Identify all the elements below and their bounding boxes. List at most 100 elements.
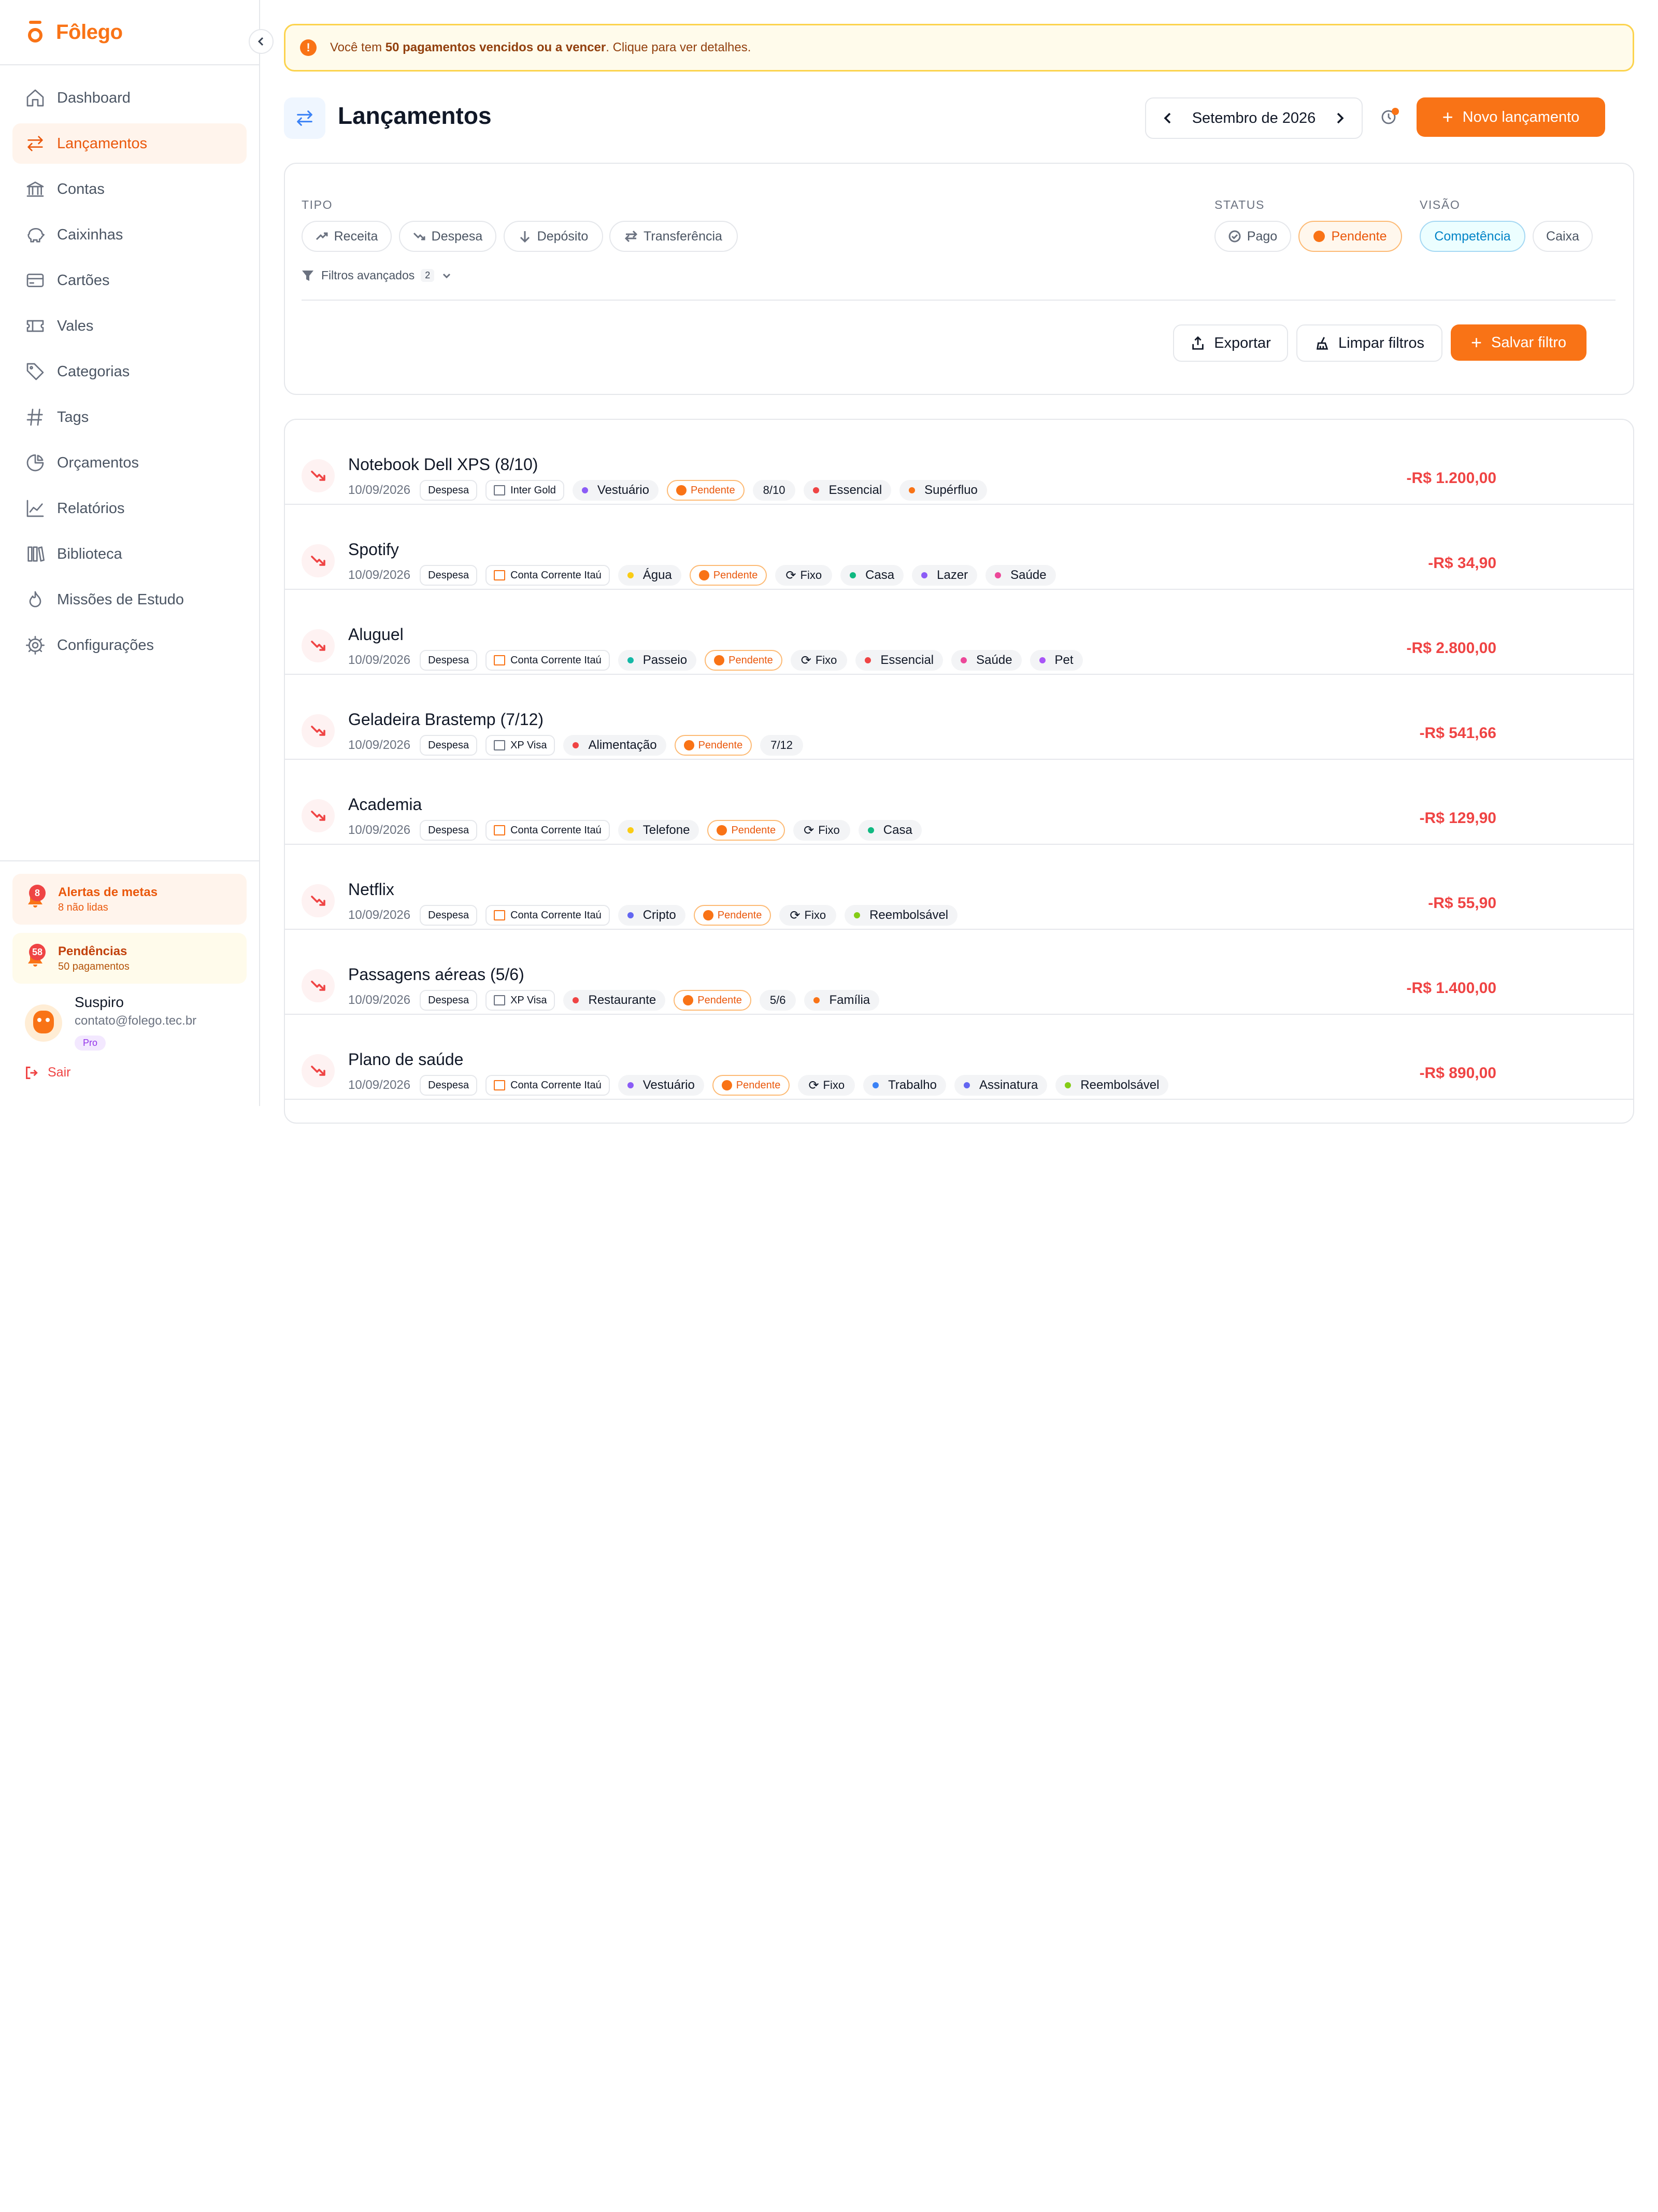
transaction-title[interactable]: Passagens aéreas (5/6) bbox=[348, 965, 524, 984]
transaction-row[interactable]: Passagens aéreas (5/6) 10/09/2026 Despesa X… bbox=[285, 930, 1633, 1015]
credit-card-icon bbox=[494, 485, 506, 495]
user-profile[interactable]: Suspiro contato@folego.tec.br Pro bbox=[12, 992, 247, 1051]
transaction-title[interactable]: Aluguel bbox=[348, 625, 404, 644]
category-tag[interactable]: Cripto bbox=[618, 905, 685, 926]
category-tag[interactable]: Trabalho bbox=[863, 1075, 946, 1096]
category-tag[interactable]: Supérfluo bbox=[899, 480, 987, 501]
category-tag[interactable]: Lazer bbox=[912, 565, 978, 586]
save-filter-button[interactable]: + Salvar filtro bbox=[1451, 324, 1586, 361]
transaction-row[interactable]: Academia 10/09/2026 Despesa Conta Corrente … bbox=[285, 760, 1633, 845]
view-competencia[interactable]: Competência bbox=[1420, 221, 1525, 252]
recurrence-badge: ⟳ Fixo bbox=[779, 905, 837, 926]
filter-despesa-label: Despesa bbox=[431, 229, 483, 244]
filter-receita[interactable]: Receita bbox=[302, 221, 392, 252]
filter-deposito[interactable]: Depósito bbox=[504, 221, 603, 252]
collapse-sidebar-button[interactable] bbox=[249, 29, 274, 54]
plus-icon: + bbox=[1442, 106, 1453, 127]
filter-pago[interactable]: Pago bbox=[1214, 221, 1291, 252]
category-tag[interactable]: Saúde bbox=[951, 650, 1022, 671]
transaction-date: 10/09/2026 bbox=[348, 568, 411, 582]
category-tag[interactable]: Essencial bbox=[855, 650, 944, 671]
account-label: Conta Corrente Itaú bbox=[510, 569, 602, 581]
pendencias-card[interactable]: 58 Pendências 50 pagamentos bbox=[12, 933, 247, 984]
category-tag[interactable]: Saúde bbox=[985, 565, 1056, 586]
category-tag[interactable]: Passeio bbox=[618, 650, 697, 671]
sidebar-item-configuracoes[interactable]: Configurações bbox=[12, 625, 247, 665]
recurrence-badge: ⟳ Fixo bbox=[793, 820, 850, 841]
type-badge: Despesa bbox=[420, 480, 478, 501]
overdue-banner[interactable]: ! Você tem 50 pagamentos vencidos ou a v… bbox=[284, 24, 1634, 72]
transaction-title[interactable]: Academia bbox=[348, 795, 422, 814]
alerts-metas-card[interactable]: 8 Alertas de metas 8 não lidas bbox=[12, 874, 247, 925]
expense-icon bbox=[302, 544, 335, 577]
previous-month-button[interactable] bbox=[1161, 111, 1175, 125]
category-tag[interactable]: Assinatura bbox=[954, 1075, 1048, 1096]
next-month-button[interactable] bbox=[1333, 111, 1347, 125]
filter-despesa[interactable]: Despesa bbox=[399, 221, 496, 252]
sidebar-item-relatorios[interactable]: Relatórios bbox=[12, 488, 247, 529]
transaction-title[interactable]: Notebook Dell XPS (8/10) bbox=[348, 455, 538, 474]
filter-pendente[interactable]: Pendente bbox=[1298, 221, 1402, 252]
filter-transferencia[interactable]: Transferência bbox=[609, 221, 738, 252]
sidebar-item-contas[interactable]: Contas bbox=[12, 169, 247, 209]
sidebar-item-orcamentos[interactable]: Orçamentos bbox=[12, 443, 247, 483]
category-tag[interactable]: Família bbox=[804, 990, 880, 1011]
transaction-title[interactable]: Plano de saúde bbox=[348, 1050, 463, 1069]
category-tag[interactable]: Pet bbox=[1030, 650, 1083, 671]
transaction-row[interactable]: Geladeira Brastemp (7/12) 10/09/2026 Despe… bbox=[285, 675, 1633, 760]
sidebar-item-cartoes[interactable]: Cartões bbox=[12, 260, 247, 301]
sidebar-item-tags[interactable]: Tags bbox=[12, 397, 247, 437]
category-label: Família bbox=[829, 993, 870, 1007]
sidebar-item-biblioteca[interactable]: Biblioteca bbox=[12, 534, 247, 574]
sidebar-item-label: Biblioteca bbox=[57, 545, 122, 562]
category-tag[interactable]: Restaurante bbox=[563, 990, 666, 1011]
logout-button[interactable]: Sair bbox=[12, 1065, 247, 1080]
category-tag[interactable]: Alimentação bbox=[563, 735, 666, 756]
installment-badge: 7/12 bbox=[760, 735, 804, 756]
category-tag[interactable]: Reembolsável bbox=[845, 905, 958, 926]
status-label: Pendente bbox=[736, 1079, 781, 1091]
transaction-title[interactable]: Geladeira Brastemp (7/12) bbox=[348, 710, 544, 729]
category-tag[interactable]: Vestuário bbox=[572, 480, 659, 501]
category-tag[interactable]: Reembolsável bbox=[1055, 1075, 1169, 1096]
sidebar-item-lancamentos[interactable]: Lançamentos bbox=[12, 123, 247, 164]
badge-label: 8/10 bbox=[763, 484, 785, 497]
transaction-row[interactable]: Notebook Dell XPS (8/10) 10/09/2026 Despes… bbox=[285, 420, 1633, 505]
sidebar-item-dashboard[interactable]: Dashboard bbox=[12, 78, 247, 118]
transaction-title[interactable]: Spotify bbox=[348, 540, 399, 559]
active-filters-indicator[interactable] bbox=[1380, 108, 1399, 127]
sidebar-item-missoes[interactable]: Missões de Estudo bbox=[12, 579, 247, 620]
filter-pendente-label: Pendente bbox=[1331, 229, 1387, 244]
transaction-row[interactable]: Plano de saúde 10/09/2026 Despesa Conta Cor… bbox=[285, 1015, 1633, 1100]
clear-filters-button[interactable]: Limpar filtros bbox=[1296, 324, 1442, 362]
alerts-subtitle: 8 não lidas bbox=[58, 901, 108, 913]
sidebar-item-label: Lançamentos bbox=[57, 135, 148, 152]
category-tag[interactable]: Telefone bbox=[618, 820, 699, 841]
badge-label: Fixo bbox=[800, 569, 822, 582]
sidebar-item-categorias[interactable]: Categorias bbox=[12, 351, 247, 392]
category-tag[interactable]: Vestuário bbox=[618, 1075, 704, 1096]
export-button[interactable]: Exportar bbox=[1173, 324, 1288, 362]
advanced-filters-toggle[interactable]: Filtros avançados 2 bbox=[302, 268, 452, 282]
category-tag[interactable]: Casa bbox=[840, 565, 904, 586]
credit-card-icon bbox=[494, 995, 506, 1005]
view-caixa[interactable]: Caixa bbox=[1533, 221, 1593, 252]
status-badge-pendente: Pendente bbox=[712, 1075, 790, 1096]
sidebar-item-caixinhas[interactable]: Caixinhas bbox=[12, 215, 247, 255]
sidebar-item-vales[interactable]: Vales bbox=[12, 306, 247, 346]
status-label: STATUS bbox=[1214, 198, 1265, 211]
refresh-icon: ⟳ bbox=[808, 1078, 819, 1093]
logo[interactable]: Fôlego bbox=[0, 0, 259, 65]
transaction-title[interactable]: Netflix bbox=[348, 880, 394, 899]
category-tag[interactable]: Casa bbox=[858, 820, 922, 841]
category-tag[interactable]: Essencial bbox=[804, 480, 892, 501]
transaction-row[interactable]: Aluguel 10/09/2026 Despesa Conta Corrente I… bbox=[285, 590, 1633, 675]
transaction-row[interactable]: Spotify 10/09/2026 Despesa Conta Corrente I… bbox=[285, 505, 1633, 590]
new-transaction-button[interactable]: + Novo lançamento bbox=[1417, 97, 1605, 137]
tipo-label: TIPO bbox=[302, 198, 333, 211]
refresh-icon: ⟳ bbox=[804, 823, 814, 838]
transaction-date: 10/09/2026 bbox=[348, 653, 411, 667]
type-badge: Despesa bbox=[420, 565, 478, 586]
category-tag[interactable]: Água bbox=[618, 565, 681, 586]
transaction-row[interactable]: Netflix 10/09/2026 Despesa Conta Corrente I… bbox=[285, 845, 1633, 930]
